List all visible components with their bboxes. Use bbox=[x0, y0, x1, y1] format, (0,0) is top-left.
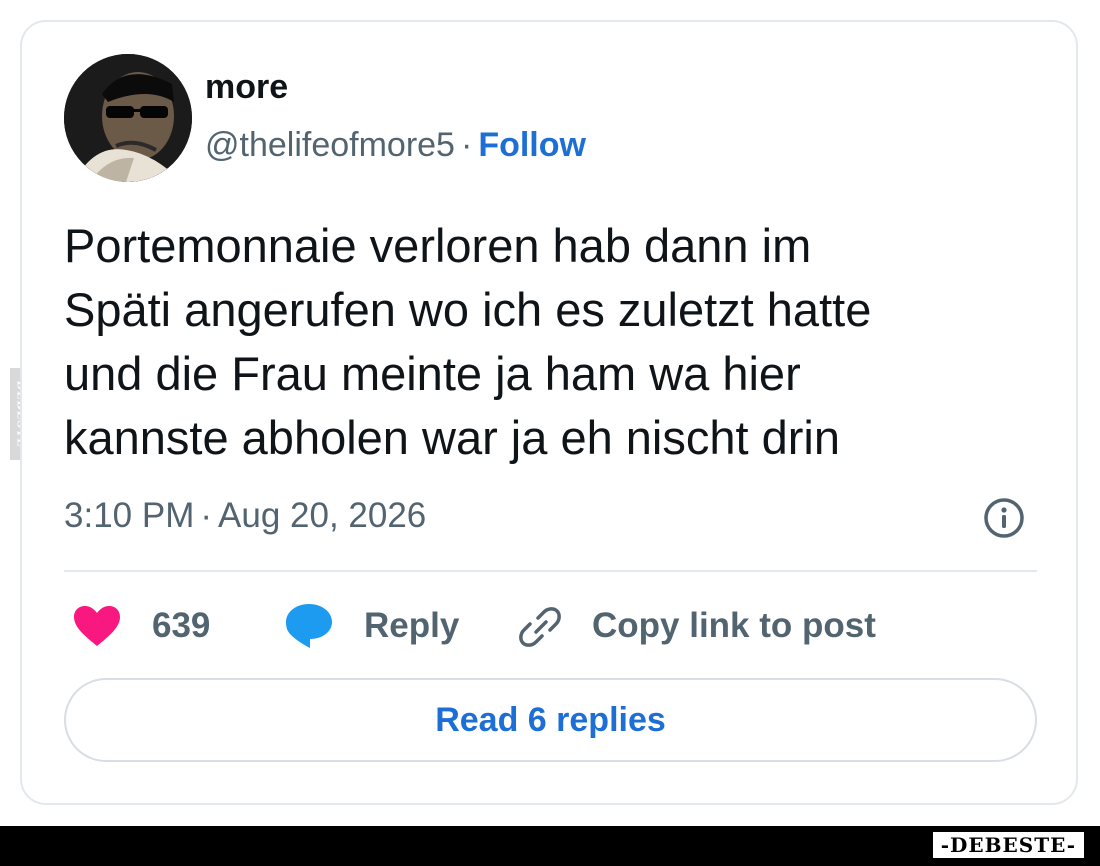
info-icon[interactable] bbox=[982, 496, 1026, 540]
like-count: 639 bbox=[152, 606, 211, 645]
link-icon bbox=[519, 607, 561, 647]
timestamp[interactable]: 3:10 PM · Aug 20, 2026 bbox=[64, 496, 426, 536]
tweet-text-line: und die Frau meinte ja ham wa hier bbox=[64, 347, 801, 400]
tweet-date: Aug 20, 2026 bbox=[218, 496, 427, 535]
copy-link-button[interactable]: Copy link to post bbox=[516, 602, 876, 650]
speech-bubble-icon bbox=[286, 604, 332, 648]
read-replies-button[interactable]: Read 6 replies bbox=[64, 678, 1037, 762]
logo-text: -DEBESTE- bbox=[940, 833, 1076, 857]
separator: · bbox=[460, 126, 473, 164]
reply-button[interactable]: Reply bbox=[284, 602, 459, 650]
tweet-text: Portemonnaie verloren hab dann im Späti … bbox=[64, 214, 1044, 470]
author-handle[interactable]: @thelifeofmore5 bbox=[205, 126, 455, 164]
read-replies-label: Read 6 replies bbox=[435, 700, 666, 739]
handle-row: @thelifeofmore5 · Follow bbox=[205, 126, 586, 165]
bottom-bar: -DEBESTE- bbox=[0, 826, 1100, 866]
tweet-text-line: kannste abholen war ja eh nischt drin bbox=[64, 411, 840, 464]
avatar[interactable] bbox=[64, 54, 192, 182]
author-name[interactable]: more bbox=[205, 68, 288, 107]
heart-icon bbox=[74, 606, 120, 646]
copy-link-label: Copy link to post bbox=[592, 606, 876, 645]
timestamp-separator: · bbox=[200, 496, 213, 535]
tweet-text-line: Späti angerufen wo ich es zuletzt hatte bbox=[64, 283, 872, 336]
divider bbox=[64, 570, 1037, 572]
follow-button[interactable]: Follow bbox=[478, 126, 586, 164]
debeste-logo: -DEBESTE- bbox=[932, 832, 1084, 858]
tweet-time: 3:10 PM bbox=[64, 496, 195, 535]
tweet-text-line: Portemonnaie verloren hab dann im bbox=[64, 219, 812, 272]
avatar-image bbox=[64, 54, 192, 182]
tweet-card: more @thelifeofmore5 · Follow Portemonnaie… bbox=[20, 20, 1078, 805]
like-button[interactable]: 639 bbox=[72, 602, 210, 650]
reply-label: Reply bbox=[364, 606, 460, 645]
